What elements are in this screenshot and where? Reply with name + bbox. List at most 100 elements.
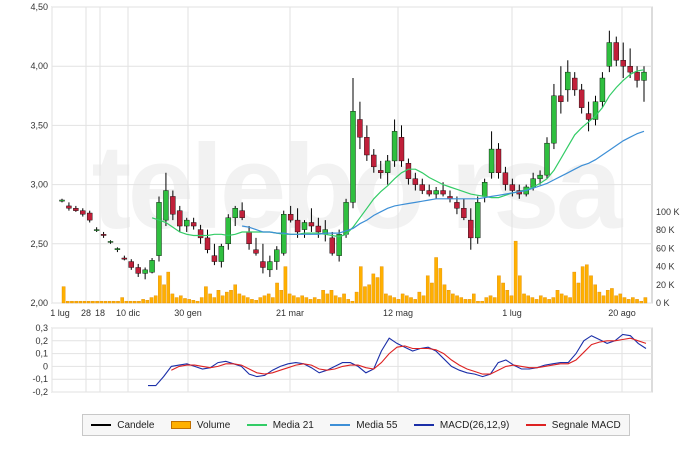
- volume-bar: [446, 290, 451, 304]
- candle-body: [558, 95, 564, 102]
- volume-bar: [480, 300, 484, 304]
- candle-body: [343, 202, 349, 235]
- candle-body: [149, 260, 155, 273]
- legend-volume-swatch: [170, 421, 191, 429]
- volume-bar: [589, 275, 593, 304]
- legend-media21-label: Media 21: [272, 419, 314, 431]
- candle-body: [301, 222, 308, 230]
- candle-body: [419, 184, 425, 191]
- volume-bar: [266, 293, 271, 304]
- volume-bar: [492, 297, 497, 304]
- legend-signal-label: Segnale MACD: [551, 419, 621, 431]
- volume-bar: [379, 266, 384, 304]
- candle-body: [405, 163, 412, 179]
- macd-tick-label: 0: [43, 361, 48, 371]
- volume-bar: [497, 275, 501, 304]
- volume-bar: [438, 268, 443, 304]
- volume-bar: [375, 277, 380, 304]
- candle-body: [100, 234, 107, 236]
- candle-body: [246, 231, 252, 245]
- volume-bar: [425, 275, 430, 304]
- candle-body: [599, 77, 606, 102]
- candle-body: [274, 249, 280, 262]
- volume-bar: [530, 297, 535, 304]
- candle-body: [93, 229, 100, 231]
- candle-body: [267, 261, 273, 271]
- candle-body: [461, 208, 467, 218]
- volume-bar: [572, 271, 577, 304]
- volume-bar: [250, 299, 254, 304]
- volume-bar: [534, 299, 539, 304]
- macd-panel-frame: [51, 327, 653, 393]
- candle-body: [391, 131, 398, 162]
- candle-body: [114, 248, 121, 250]
- volume-bar: [371, 273, 376, 304]
- macd-tick-label: -0,2: [32, 387, 48, 397]
- volume-bar: [605, 290, 610, 304]
- candle-body: [627, 65, 633, 73]
- candle-body: [121, 257, 128, 260]
- volume-bar: [275, 282, 279, 304]
- watermark-text: telebo rsa: [92, 120, 624, 254]
- volume-bar: [476, 300, 480, 304]
- volume-bar: [195, 300, 200, 304]
- volume-bar: [526, 295, 530, 304]
- chart-legend: Candele Volume Media 21 Media 55 MACD(26…: [82, 414, 630, 436]
- candle-body: [565, 71, 571, 91]
- volume-bar: [99, 300, 104, 304]
- volume-bar: [463, 299, 468, 304]
- volume-bar: [107, 300, 112, 304]
- volume-tick-label: 0 K: [656, 298, 670, 308]
- volume-bar: [149, 297, 154, 304]
- candle-body: [572, 77, 578, 91]
- candle-body: [287, 213, 294, 221]
- volume-bar: [225, 291, 229, 304]
- volume-bar: [300, 295, 304, 304]
- candle-body: [225, 217, 231, 244]
- volume-bar: [338, 297, 342, 304]
- volume-bar: [229, 290, 233, 304]
- legend-macd-swatch: [413, 424, 434, 426]
- volume-bar: [400, 293, 405, 304]
- candle-body: [641, 71, 647, 81]
- volume-bar: [543, 297, 547, 304]
- candle-body: [163, 190, 169, 221]
- candle-body: [509, 184, 516, 191]
- volume-bar: [384, 293, 388, 304]
- volume-bar: [271, 297, 275, 304]
- volume-bar: [116, 300, 120, 304]
- price-tick-label: 4,50: [30, 2, 48, 12]
- volume-bar: [392, 297, 397, 304]
- volume-tick-label: 60 K: [656, 243, 675, 253]
- candle-body: [475, 202, 481, 239]
- volume-bar: [145, 300, 150, 304]
- candle-body: [613, 42, 619, 61]
- candle-body: [398, 137, 405, 162]
- volume-bar: [296, 297, 300, 304]
- x-tick-label: 1 lug: [502, 308, 522, 318]
- volume-bar: [312, 297, 317, 304]
- candle-body: [315, 225, 322, 233]
- legend-macd: MACD(26,12,9): [413, 420, 509, 431]
- volume-bar: [258, 297, 263, 304]
- volume-bar: [61, 286, 66, 304]
- volume-bar: [417, 291, 422, 304]
- candle-body: [578, 89, 585, 108]
- volume-bar: [564, 295, 568, 304]
- candle-body: [634, 71, 640, 81]
- volume-bar: [321, 290, 325, 304]
- x-tick-label: 12 mag: [383, 308, 413, 318]
- candle-body: [170, 196, 176, 215]
- candle-body: [211, 255, 218, 262]
- volume-bar: [70, 300, 74, 304]
- volume-bar: [451, 293, 455, 304]
- volume-bar: [601, 295, 606, 304]
- volume-bar: [568, 297, 572, 304]
- price-tick-label: 4,00: [30, 61, 48, 71]
- legend-media21-swatch: [246, 424, 267, 426]
- legend-media55-label: Media 55: [356, 419, 398, 431]
- volume-bar: [350, 300, 355, 304]
- volume-bar: [82, 300, 87, 304]
- candle-body: [87, 212, 93, 221]
- volume-bar: [220, 295, 225, 304]
